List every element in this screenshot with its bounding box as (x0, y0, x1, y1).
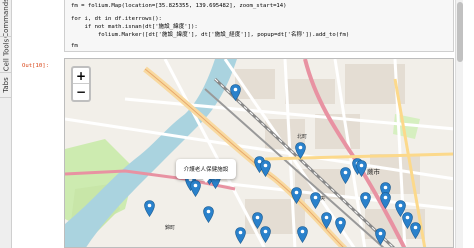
map-label-north: 北町 (297, 134, 308, 140)
code-line-3: if not math.isnan(dt['施設_緯度']): (71, 24, 198, 30)
map-marker-icon[interactable] (310, 192, 321, 210)
map-marker-icon[interactable] (203, 206, 214, 224)
code-line-2: for i, dt in df.iterrows(): (71, 16, 162, 22)
popup-text: 介護老人保健施設 (183, 167, 229, 173)
popup-tip (202, 178, 210, 183)
zoom-out-button[interactable]: − (73, 84, 89, 100)
map-marker-icon[interactable] (410, 222, 421, 240)
sidebar-tab-commands[interactable]: Commands (0, 0, 12, 38)
sidebar-tab-cell-tools[interactable]: Cell Tools (0, 36, 12, 72)
map-marker-icon[interactable] (375, 228, 386, 246)
map-marker-icon[interactable] (190, 180, 201, 198)
left-sidebar: Commands Cell Tools Tabs (0, 0, 12, 248)
map-marker-icon[interactable] (360, 192, 371, 210)
map-marker-icon[interactable] (321, 212, 332, 230)
map-marker-icon[interactable] (297, 226, 308, 244)
map-marker-icon[interactable] (230, 84, 241, 102)
scrollbar-thumb[interactable] (457, 2, 463, 62)
output-prompt: Out[10]: (22, 63, 49, 69)
folium-map[interactable]: 北町 錦町 中央 蕨市 + − 介護老人保健施設 (64, 58, 454, 248)
map-marker-icon[interactable] (380, 192, 391, 210)
code-cell[interactable]: fm = folium.Map(location=[35.825355, 139… (64, 0, 454, 52)
map-marker-icon[interactable] (340, 167, 351, 185)
sidebar-tab-tabs[interactable]: Tabs (0, 72, 12, 98)
map-marker-icon[interactable] (260, 226, 271, 244)
map-label-station: 蕨市 (367, 168, 380, 176)
map-label-east: 錦町 (165, 225, 176, 231)
map-marker-icon[interactable] (260, 160, 271, 178)
code-line-4: folium.Marker([dt['施設_緯度'], dt['施設_経度']]… (71, 32, 350, 38)
map-marker-icon[interactable] (335, 217, 346, 235)
code-line-1: fm = folium.Map(location=[35.825355, 139… (71, 3, 287, 9)
map-marker-icon[interactable] (144, 200, 155, 218)
map-marker-icon[interactable] (295, 142, 306, 160)
map-marker-icon[interactable] (356, 160, 367, 178)
marker-popup[interactable]: 介護老人保健施設 (176, 159, 236, 183)
vertical-scrollbar[interactable] (455, 0, 463, 248)
code-line-5: fm (71, 43, 78, 49)
zoom-control: + − (71, 66, 91, 102)
map-marker-icon[interactable] (291, 187, 302, 205)
zoom-in-button[interactable]: + (73, 68, 89, 84)
map-marker-icon[interactable] (235, 227, 246, 245)
